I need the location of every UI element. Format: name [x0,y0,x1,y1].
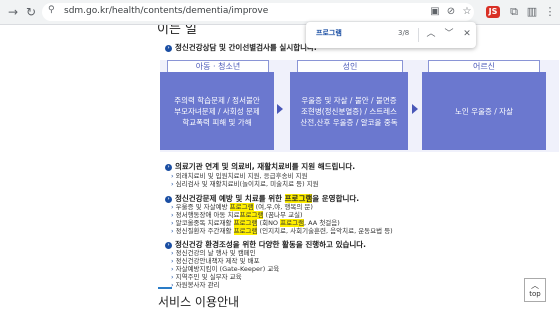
list-item: › 자원봉사자 관리 [171,281,220,289]
list-item: › 정신질환자 주간재활 프로그램 (인지치료, 사회기술훈련, 음악치료, 운동… [171,227,393,235]
menu-icon[interactable]: ⋮ [542,4,558,20]
find-divider [418,28,419,42]
list-item: › 지역주민 및 실무자 교육 [171,273,242,281]
extensions-puzzle-icon[interactable]: ⧉ [506,4,522,20]
partial-section-heading: 이는 일 [157,25,198,37]
extension-icon[interactable]: JS [486,6,500,18]
list-item: › 심리검사 및 재활치료비(놀이치료, 미술치료 등) 지원 [171,180,319,188]
bookmark-star-icon[interactable]: ☆ [460,5,474,19]
bullet-arrow-icon: › [165,195,172,203]
find-next-icon[interactable]: ﹀ [442,27,456,41]
find-prev-icon[interactable]: ︿ [424,27,438,41]
list-item: › 정서행동장애 아동 치료프로그램 (꿈나무 교실) [171,211,303,219]
browser-toolbar: → ↻ ⚲ sdm.go.kr/health/contents/dementia… [0,0,560,25]
arrow-right-icon [412,104,418,114]
page-content: 이는 일 › 정신건강상담 및 간이선별검사를 실시합니다. 아동 · 청소년 주… [0,25,560,315]
sidebar-icon[interactable]: ▥ [524,4,540,20]
section2-list: › 외래치료비 및 입원치료비 지원, 응급후송비 지원 › 심리검사 및 재활치료… [171,172,319,188]
forward-arrow-icon[interactable]: → [4,3,22,21]
section3-list: › 우울증 및 자살예방 프로그램 (여,우,야, 행복의 문) › 정서행동장애 … [171,203,393,235]
reload-icon[interactable]: ↻ [22,3,40,21]
bullet-arrow-icon: › [165,44,172,52]
list-item: › 외래치료비 및 입원치료비 지원, 응급후송비 지원 [171,172,308,180]
arrow-right-icon [277,104,283,114]
scroll-top-button[interactable]: ︿ top [524,278,546,302]
page-info-icon[interactable]: ▣ [428,5,442,19]
chevron-up-icon: ︿ [531,281,539,290]
col-box-children: 주의력 학습문제 / 정서불안 부모자녀문제 / 사회성 문제 학교폭력 피해 … [160,72,274,150]
list-item: › 알코올중독 치료재활 프로그램 (회NO 프로그램, AA 첫걸음) [171,219,340,227]
eye-off-icon[interactable]: ⊘ [444,5,458,19]
bullet-arrow-icon: › [165,241,172,249]
find-in-page-bar: 프로그램 3/8 ︿ ﹀ ✕ [306,22,476,48]
section2-title: › 의료기관 연계 및 의료비, 재활치료비를 지원 해드립니다. [165,161,355,172]
list-item: › 자살예방지킴이 (Gate-Keeper) 교육 [171,265,280,273]
heading-accent [158,287,172,289]
list-item: › 정신건강의 날 행사 및 캠페인 [171,249,256,257]
address-bar[interactable]: ⚲ sdm.go.kr/health/contents/dementia/imp… [42,3,474,21]
find-input[interactable]: 프로그램 [316,28,342,38]
list-item: › 우울증 및 자살예방 프로그램 (여,우,야, 행복의 문) [171,203,313,211]
service-guide-heading: 서비스 이용안내 [158,295,240,309]
bullet-arrow-icon: › [165,163,172,171]
section4-list: › 정신건강의 날 행사 및 캠페인 › 정신건강안내책자 제작 및 배포 › 자살예… [171,249,279,289]
list-item: › 정신건강안내책자 제작 및 배포 [171,257,260,265]
intro-bullet: › 정신건강상담 및 간이선별검사를 실시합니다. [165,42,317,53]
find-close-icon[interactable]: ✕ [460,27,474,41]
site-info-icon[interactable]: ⚲ [48,5,55,15]
col-box-adult: 우울증 및 자살 / 불안 / 불면증 조현병(정신분열증) / 스트레스 산전… [290,72,408,150]
find-match-count: 3/8 [398,29,410,37]
col-box-senior: 노인 우울증 / 자살 [422,72,546,150]
url-text[interactable]: sdm.go.kr/health/contents/dementia/impro… [64,6,268,16]
